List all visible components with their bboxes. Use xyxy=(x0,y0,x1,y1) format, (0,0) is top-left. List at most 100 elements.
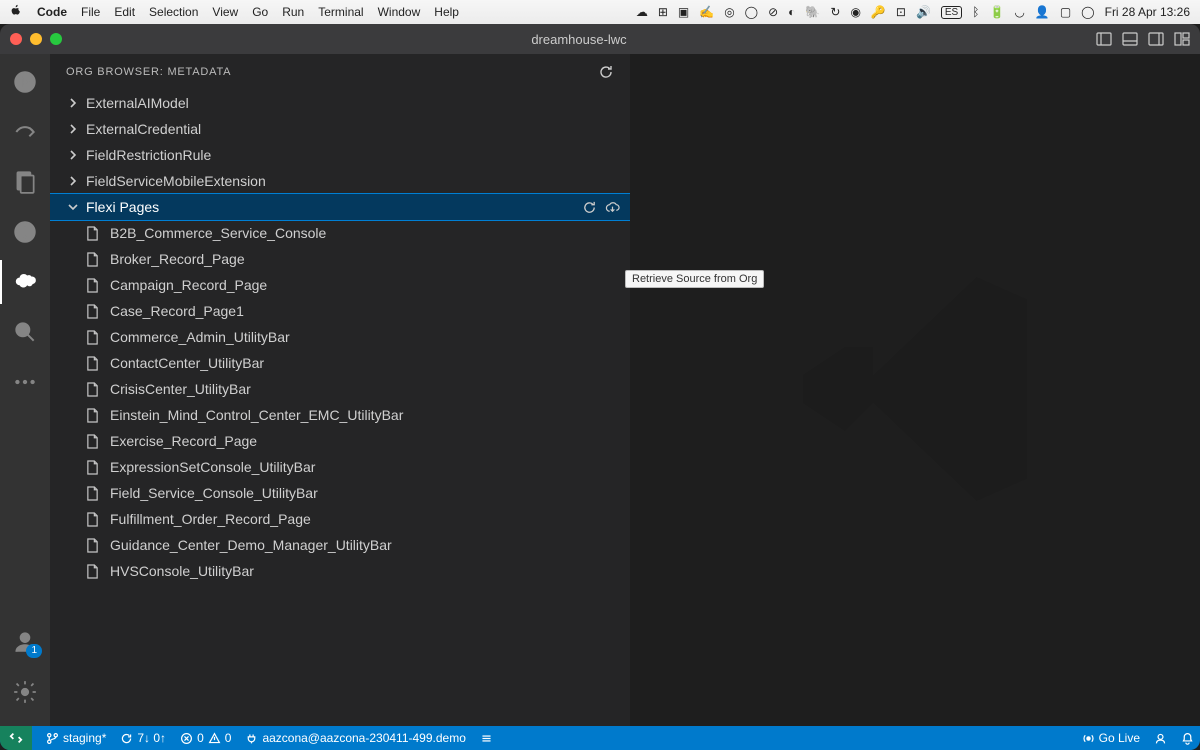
remote-indicator[interactable] xyxy=(0,726,32,750)
status-errors[interactable]: 0 0 xyxy=(180,731,231,745)
status-org[interactable]: aazcona@aazcona-230411-499.demo xyxy=(245,731,465,745)
tree-folder[interactable]: FieldRestrictionRule xyxy=(50,142,630,168)
toggle-bottom-panel-icon[interactable] xyxy=(1122,31,1138,47)
minimize-button[interactable] xyxy=(30,33,42,45)
tree-file[interactable]: Campaign_Record_Page xyxy=(50,272,630,298)
tree-file[interactable]: Commerce_Admin_UtilityBar xyxy=(50,324,630,350)
toggle-left-panel-icon[interactable] xyxy=(1096,31,1112,47)
file-icon xyxy=(86,538,102,553)
tray-app-icon[interactable]: ◉ xyxy=(850,5,860,19)
tray-app-icon[interactable]: ◐ xyxy=(788,5,795,19)
file-icon xyxy=(86,226,102,241)
menubar-tray: ☁︎ ⊞ ▣ ✍ ◎ ◯ ⊘ ◐ 🐘 ↻ ◉ 🔑 ⊡ 🔊 ES ᛒ 🔋 ◡ 👤 … xyxy=(636,5,1190,19)
menu-go[interactable]: Go xyxy=(252,5,268,19)
window-title: dreamhouse-lwc xyxy=(62,32,1096,47)
tray-siri-icon[interactable]: ◯ xyxy=(1081,5,1094,19)
close-button[interactable] xyxy=(10,33,22,45)
chevron-right-icon xyxy=(66,175,80,187)
apple-icon[interactable] xyxy=(10,4,23,20)
retrieve-source-icon[interactable] xyxy=(605,200,620,215)
tree-file[interactable]: Case_Record_Page1 xyxy=(50,298,630,324)
tray-app-icon[interactable]: 🐘 xyxy=(805,5,820,19)
tree-folder[interactable]: FieldServiceMobileExtension xyxy=(50,168,630,194)
menubar-app-name[interactable]: Code xyxy=(37,5,67,19)
menu-edit[interactable]: Edit xyxy=(114,5,135,19)
refresh-folder-icon[interactable] xyxy=(582,200,597,215)
tray-app-icon[interactable]: ▣ xyxy=(678,5,689,19)
activity-share-icon[interactable] xyxy=(0,110,50,154)
menu-help[interactable]: Help xyxy=(434,5,459,19)
activity-search-icon[interactable] xyxy=(0,310,50,354)
menu-run[interactable]: Run xyxy=(282,5,304,19)
file-icon xyxy=(86,330,102,345)
status-feedback[interactable] xyxy=(1154,732,1167,745)
tree-file[interactable]: Fulfillment_Order_Record_Page xyxy=(50,506,630,532)
activity-run-icon[interactable] xyxy=(0,60,50,104)
tree-folder[interactable]: ExternalAIModel xyxy=(50,90,630,116)
status-branch[interactable]: staging* xyxy=(46,731,106,745)
tray-app-icon[interactable]: ☁︎ xyxy=(636,5,648,19)
tree-file[interactable]: Exercise_Record_Page xyxy=(50,428,630,454)
tray-app-icon[interactable]: ⊞ xyxy=(658,5,668,19)
menu-view[interactable]: View xyxy=(212,5,238,19)
tree-file[interactable]: Broker_Record_Page xyxy=(50,246,630,272)
metadata-tree: ExternalAIModel ExternalCredential Field… xyxy=(50,90,630,726)
tree-folder[interactable]: ExternalCredential xyxy=(50,116,630,142)
tree-file[interactable]: Einstein_Mind_Control_Center_EMC_Utility… xyxy=(50,402,630,428)
tree-file[interactable]: CrisisCenter_UtilityBar xyxy=(50,376,630,402)
file-icon xyxy=(86,434,102,449)
menubar-datetime[interactable]: Fri 28 Apr 13:26 xyxy=(1105,5,1190,19)
status-bell[interactable] xyxy=(1181,732,1194,745)
customize-layout-icon[interactable] xyxy=(1174,31,1190,47)
status-golive[interactable]: Go Live xyxy=(1082,731,1140,745)
tray-bluetooth-icon[interactable]: ᛒ xyxy=(972,5,979,19)
file-icon xyxy=(86,382,102,397)
tray-app-icon[interactable]: ⊘ xyxy=(768,5,778,19)
titlebar: dreamhouse-lwc xyxy=(0,24,1200,54)
tray-battery-icon[interactable]: 🔋 xyxy=(989,5,1004,19)
activity-bar: 1 xyxy=(0,54,50,726)
menu-file[interactable]: File xyxy=(81,5,100,19)
menu-terminal[interactable]: Terminal xyxy=(318,5,363,19)
tray-wifi-icon[interactable]: ◡ xyxy=(1014,5,1024,19)
status-menu[interactable] xyxy=(480,732,493,745)
vscode-watermark-icon xyxy=(775,249,1055,532)
tray-app-icon[interactable]: ↻ xyxy=(830,5,840,19)
tray-app-icon[interactable]: ◯ xyxy=(745,5,758,19)
refresh-icon[interactable] xyxy=(598,64,614,80)
file-icon xyxy=(86,356,102,371)
menu-window[interactable]: Window xyxy=(378,5,421,19)
maximize-button[interactable] xyxy=(50,33,62,45)
activity-overflow-icon[interactable] xyxy=(0,360,50,404)
tray-app-icon[interactable]: ✍ xyxy=(699,5,714,19)
chevron-right-icon xyxy=(66,97,80,109)
menu-selection[interactable]: Selection xyxy=(149,5,198,19)
file-icon xyxy=(86,486,102,501)
tray-monitor-icon[interactable]: ▢ xyxy=(1060,5,1071,19)
tree-file[interactable]: B2B_Commerce_Service_Console xyxy=(50,220,630,246)
activity-settings-icon[interactable] xyxy=(0,670,50,714)
tree-file[interactable]: HVSConsole_UtilityBar xyxy=(50,558,630,584)
activity-explorer-icon[interactable] xyxy=(0,160,50,204)
tree-file[interactable]: ExpressionSetConsole_UtilityBar xyxy=(50,454,630,480)
feedback-icon xyxy=(1154,732,1167,745)
tree-folder-selected[interactable]: Flexi Pages xyxy=(50,194,630,220)
layout-controls xyxy=(1096,31,1190,47)
error-icon xyxy=(180,732,193,745)
status-sync[interactable]: 7↓ 0↑ xyxy=(120,731,166,745)
status-bar: staging* 7↓ 0↑ 0 0 aazcona@aazcona-23041… xyxy=(0,726,1200,750)
tray-user-icon[interactable]: 👤 xyxy=(1035,5,1050,19)
activity-problems-icon[interactable] xyxy=(0,210,50,254)
tray-key-icon[interactable]: 🔑 xyxy=(871,5,886,19)
tree-file[interactable]: Guidance_Center_Demo_Manager_UtilityBar xyxy=(50,532,630,558)
tree-file[interactable]: Field_Service_Console_UtilityBar xyxy=(50,480,630,506)
tree-file[interactable]: ContactCenter_UtilityBar xyxy=(50,350,630,376)
menu-icon xyxy=(480,732,493,745)
tray-language-indicator[interactable]: ES xyxy=(941,6,962,19)
activity-salesforce-icon[interactable] xyxy=(0,260,50,304)
activity-accounts-icon[interactable]: 1 xyxy=(0,620,50,664)
toggle-right-panel-icon[interactable] xyxy=(1148,31,1164,47)
tray-app-icon[interactable]: ◎ xyxy=(724,5,734,19)
tray-volume-icon[interactable]: 🔊 xyxy=(916,5,931,19)
tray-app-icon[interactable]: ⊡ xyxy=(896,5,906,19)
